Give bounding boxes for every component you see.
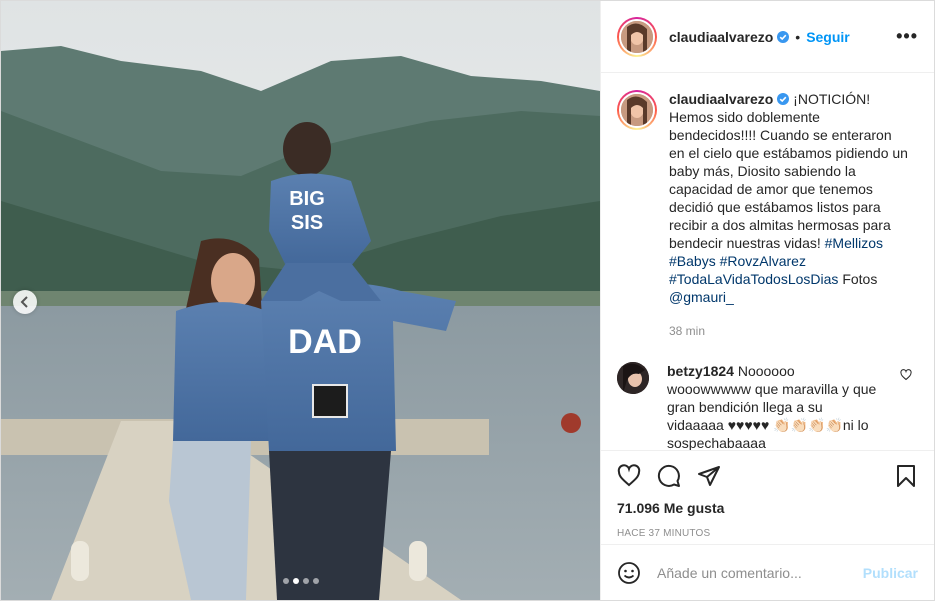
comment-button[interactable] [657, 464, 681, 488]
comment-body: betzy1824 Noooooo wooowwwww que maravill… [667, 362, 877, 450]
hashtag-link[interactable]: #Mellizos [825, 235, 883, 251]
post-sidebar: claudiaalvarezo • Seguir ••• claudiaalva… [600, 1, 934, 600]
commenter-username[interactable]: betzy1824 [667, 363, 734, 379]
share-button[interactable] [697, 464, 721, 488]
avatar-photo [619, 18, 655, 55]
follow-button[interactable]: Seguir [806, 29, 850, 45]
hashtag-link[interactable]: #Babys [669, 253, 716, 269]
more-options-button[interactable]: ••• [896, 26, 918, 47]
verified-badge-icon [777, 93, 790, 105]
avatar-photo [619, 92, 655, 128]
emoji-button[interactable] [617, 561, 641, 585]
carousel-indicator [1, 578, 600, 584]
previous-photo-button[interactable] [13, 290, 37, 314]
dad-jacket-text: DAD [288, 323, 362, 361]
caption-username[interactable]: claudiaalvarezo [669, 91, 773, 107]
caption-text: ¡NOTICIÓN! Hemos sido doblemente bendeci… [669, 91, 908, 251]
caption-body: claudiaalvarezo ¡NOTICIÓN! Hemos sido do… [669, 90, 909, 340]
photos-credit-prefix: Fotos [842, 271, 878, 287]
bookmark-icon [897, 465, 915, 487]
smiley-icon [618, 561, 640, 584]
post-header: claudiaalvarezo • Seguir ••• [601, 1, 934, 73]
chevron-left-icon [20, 296, 28, 308]
post-actions: 71.096 Me gusta HACE 37 MINUTOS [601, 450, 934, 539]
add-comment-bar: Publicar [601, 544, 934, 600]
post-caption: claudiaalvarezo ¡NOTICIÓN! Hemos sido do… [617, 90, 918, 340]
comment-item: betzy1824 Noooooo wooowwwww que maravill… [617, 362, 918, 450]
likes-count[interactable]: 71.096 Me gusta [617, 500, 918, 516]
commenter-avatar[interactable] [617, 362, 649, 394]
publish-button[interactable]: Publicar [863, 565, 918, 581]
post-photo[interactable]: BIG SIS DAD [1, 1, 600, 600]
heart-icon [617, 464, 641, 487]
save-button[interactable] [894, 464, 918, 488]
hashtag-link[interactable]: #TodaLaVidaTodosLosDias [669, 271, 838, 287]
separator-bullet: • [795, 28, 801, 45]
comments-section[interactable]: claudiaalvarezo ¡NOTICIÓN! Hemos sido do… [601, 74, 934, 450]
comment-bubble-icon [657, 464, 680, 487]
photo-scene: BIG SIS DAD [1, 1, 600, 600]
author-username[interactable]: claudiaalvarezo [669, 29, 773, 45]
post-time-ago[interactable]: HACE 37 MINUTOS [617, 528, 918, 539]
carousel-dot [282, 578, 289, 584]
paper-plane-icon [698, 466, 720, 486]
hashtag-link[interactable]: #RovzAlvarez [720, 253, 806, 269]
like-comment-button[interactable] [900, 368, 912, 386]
carousel-dot [302, 578, 309, 584]
mention-link[interactable]: @gmauri_ [669, 289, 734, 305]
like-button[interactable] [617, 464, 641, 488]
heart-outline-icon [900, 369, 912, 381]
child-jacket-text-line2: SIS [291, 212, 323, 234]
comment-input[interactable] [657, 564, 863, 581]
caption-timestamp[interactable]: 38 min [669, 322, 909, 340]
action-bar [617, 451, 918, 501]
child-jacket-text-line1: BIG [289, 188, 325, 210]
carousel-dot-active [292, 578, 299, 584]
caption-author-avatar[interactable] [617, 90, 657, 130]
author-avatar[interactable] [617, 16, 657, 57]
verified-badge-icon [777, 30, 790, 43]
post-modal: BIG SIS DAD claudiaalvarezo • Seguir •••… [0, 0, 935, 601]
carousel-dot [312, 578, 319, 584]
